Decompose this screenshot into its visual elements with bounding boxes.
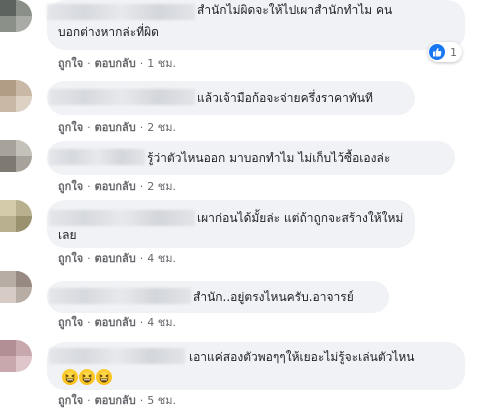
like-link[interactable]: ถูกใจ <box>58 252 83 265</box>
grinning-squinting-face-emoji <box>96 369 112 385</box>
comment-text: เผาก่อนได้มั้ยล่ะ แต่ถ้าถูกจะสร้างให้ใหม… <box>197 211 404 225</box>
separator: · <box>87 121 91 134</box>
separator: · <box>87 180 91 193</box>
commenter-avatar[interactable] <box>0 140 32 172</box>
comment-actions: ถูกใจ · ตอบกลับ · 4 ชม. <box>58 251 176 267</box>
redacted-commenter-name <box>49 288 191 304</box>
comment-thread: สำนักไม่ผิดจะให้ไปเผาสำนักทำไม คน บอกต่า… <box>0 0 496 412</box>
comment-bubble: แล้วเจ้ามือก้อจะจ่ายครึ่งราคาทันที <box>47 81 415 115</box>
like-link[interactable]: ถูกใจ <box>58 57 83 70</box>
like-link[interactable]: ถูกใจ <box>58 121 83 134</box>
comment-text: สำนักไม่ผิดจะให้ไปเผาสำนักทำไม คน <box>197 3 393 17</box>
like-icon <box>429 44 445 60</box>
comment-actions: ถูกใจ · ตอบกลับ · 2 ชม. <box>58 120 176 136</box>
separator: · <box>87 316 91 329</box>
comment-bubble: รู้ว่าตัวไหนออก มาบอกทำไม ไม่เก็บไว้ซื้อ… <box>47 141 455 175</box>
comment-actions: ถูกใจ · ตอบกลับ · 4 ชม. <box>58 315 176 331</box>
commenter-avatar[interactable] <box>0 80 32 112</box>
redacted-commenter-name <box>49 348 185 364</box>
comment-timestamp[interactable]: 2 ชม. <box>147 180 176 193</box>
comment-timestamp[interactable]: 1 ชม. <box>147 57 176 70</box>
separator: · <box>139 57 144 70</box>
reaction-count: 1 <box>450 45 457 59</box>
separator: · <box>139 394 144 407</box>
reply-link[interactable]: ตอบกลับ <box>95 57 136 70</box>
redacted-commenter-name <box>49 149 145 165</box>
comment-text: สำนัก..อยู่ตรงไหนครับ.อาจารย์ <box>193 290 354 304</box>
separator: · <box>87 252 91 265</box>
comment-text: เอาแค่สองตัวพอๆๆให้เยอะไม่รู้จะเล่นตัวไห… <box>189 350 415 364</box>
comment-text: รู้ว่าตัวไหนออก มาบอกทำไม ไม่เก็บไว้ซื้อ… <box>147 151 391 165</box>
commenter-avatar[interactable] <box>0 340 32 372</box>
separator: · <box>87 394 91 407</box>
comment-bubble: สำนัก..อยู่ตรงไหนครับ.อาจารย์ <box>47 281 389 313</box>
separator: · <box>87 57 91 70</box>
reply-link[interactable]: ตอบกลับ <box>95 316 136 329</box>
redacted-commenter-name <box>47 4 195 20</box>
commenter-avatar[interactable] <box>0 200 32 232</box>
comment-bubble: สำนักไม่ผิดจะให้ไปเผาสำนักทำไม คน บอกต่า… <box>47 0 465 50</box>
reaction-summary[interactable]: 1 <box>428 42 462 62</box>
comment-timestamp[interactable]: 2 ชม. <box>147 121 176 134</box>
comment-text: แล้วเจ้ามือก้อจะจ่ายครึ่งราคาทันที <box>197 91 373 105</box>
like-link[interactable]: ถูกใจ <box>58 180 83 193</box>
separator: · <box>139 316 144 329</box>
separator: · <box>139 180 144 193</box>
separator: · <box>139 121 144 134</box>
redacted-commenter-name <box>49 89 195 105</box>
comment-timestamp[interactable]: 4 ชม. <box>147 252 176 265</box>
like-link[interactable]: ถูกใจ <box>58 316 83 329</box>
commenter-avatar[interactable] <box>0 271 32 303</box>
grinning-squinting-face-emoji <box>62 369 78 385</box>
comment-actions: ถูกใจ · ตอบกลับ · 5 ชม. <box>58 393 176 409</box>
comment-timestamp[interactable]: 5 ชม. <box>147 394 176 407</box>
comment-text: เลย <box>58 228 77 242</box>
reply-link[interactable]: ตอบกลับ <box>95 180 136 193</box>
comment-text: บอกต่างหากล่ะที่ผิด <box>58 25 159 39</box>
reply-link[interactable]: ตอบกลับ <box>95 252 136 265</box>
comment-bubble: เผาก่อนได้มั้ยล่ะ แต่ถ้าถูกจะสร้างให้ใหม… <box>47 200 415 248</box>
grinning-squinting-face-emoji <box>79 369 95 385</box>
like-link[interactable]: ถูกใจ <box>58 394 83 407</box>
reply-link[interactable]: ตอบกลับ <box>95 394 136 407</box>
comment-actions: ถูกใจ · ตอบกลับ · 1 ชม. <box>58 56 176 72</box>
reply-link[interactable]: ตอบกลับ <box>95 121 136 134</box>
comment-timestamp[interactable]: 4 ชม. <box>147 316 176 329</box>
separator: · <box>139 252 144 265</box>
comment-actions: ถูกใจ · ตอบกลับ · 2 ชม. <box>58 179 176 195</box>
commenter-avatar[interactable] <box>0 0 32 32</box>
